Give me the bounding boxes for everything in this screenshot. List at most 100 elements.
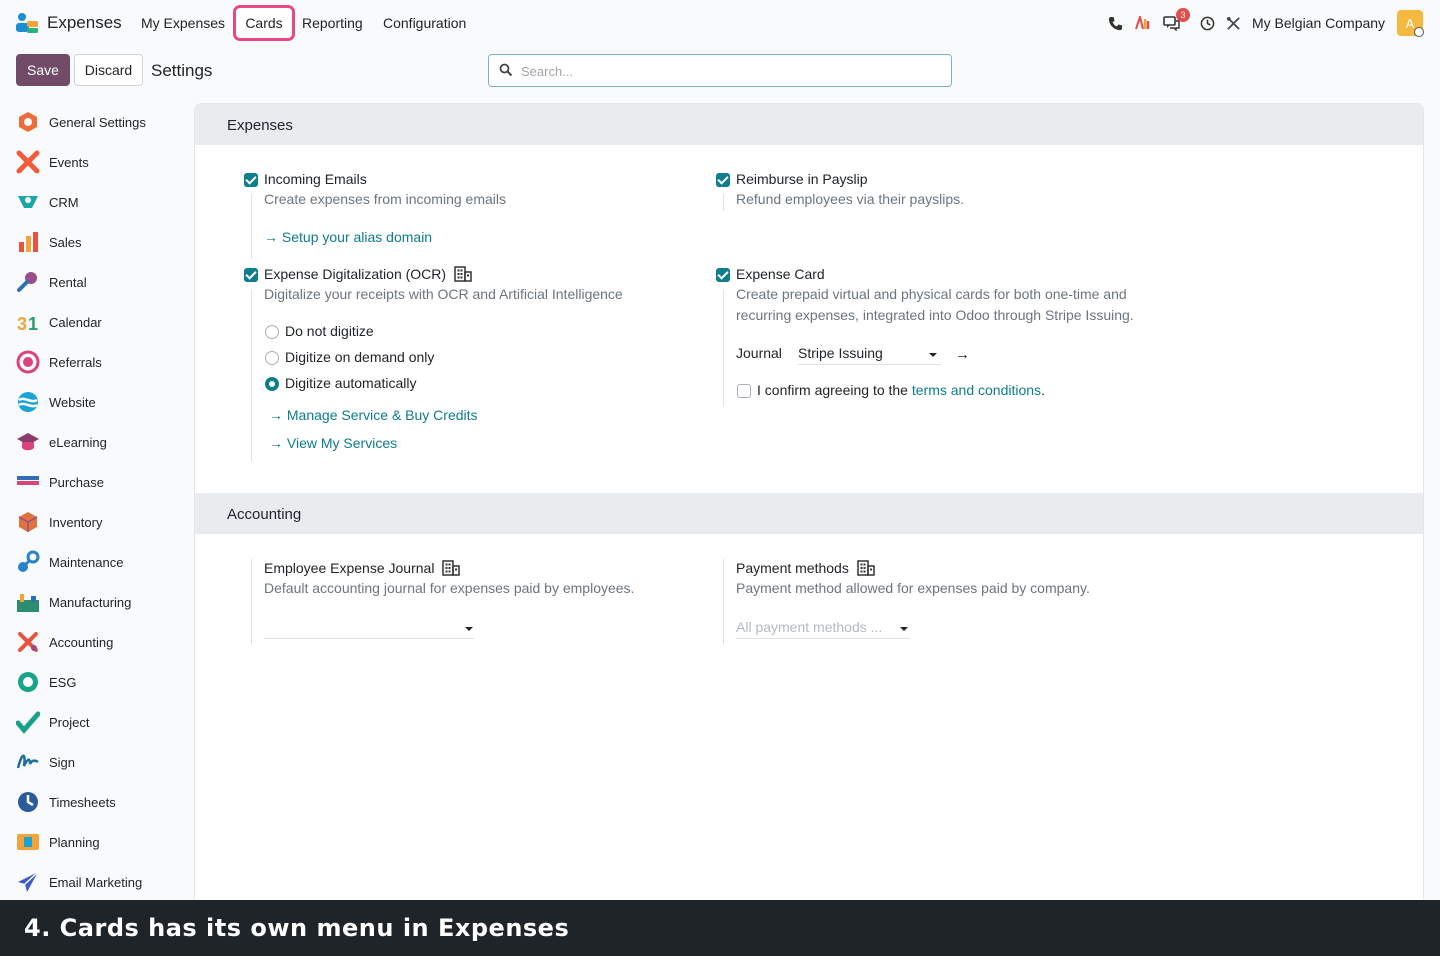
view-services-label: View My Services xyxy=(286,435,398,451)
arrow-right-icon[interactable]: → xyxy=(955,346,970,363)
sidebar-item-elearning[interactable]: eLearning xyxy=(0,422,190,462)
svg-text:3: 3 xyxy=(17,314,27,334)
incoming-emails-checkbox[interactable] xyxy=(244,173,258,187)
expense-card-desc-1: Create prepaid virtual and physical card… xyxy=(736,286,1127,302)
expense-card-title: Expense Card xyxy=(736,266,825,282)
confirm-terms-checkbox[interactable] xyxy=(737,384,751,398)
sidebar-item-crm[interactable]: CRM xyxy=(0,182,190,222)
sidebar-item-label: Events xyxy=(49,154,89,170)
sidebar-item-referrals[interactable]: Referrals xyxy=(0,342,190,382)
confirm-terms-text: I confirm agreeing to the terms and cond… xyxy=(757,382,1045,398)
sidebar-item-general-settings[interactable]: General Settings xyxy=(0,102,190,142)
sidebar-item-label: CRM xyxy=(49,194,79,210)
sidebar-item-calendar[interactable]: 3 1 Calendar xyxy=(0,302,190,342)
search-box[interactable] xyxy=(488,54,952,87)
radio-label: Digitize automatically xyxy=(285,375,417,391)
payment-methods-select[interactable]: All payment methods ... xyxy=(736,617,910,639)
sidebar-item-label: Maintenance xyxy=(49,554,124,570)
discard-button[interactable]: Discard xyxy=(74,54,143,86)
ocr-title: Expense Digitalization (OCR) xyxy=(264,266,447,282)
radio-do-not-digitize[interactable] xyxy=(265,325,279,339)
sidebar-item-planning[interactable]: Planning xyxy=(0,822,190,862)
sidebar-item-timesheets[interactable]: Timesheets xyxy=(0,782,190,822)
sidebar-item-project[interactable]: Project xyxy=(0,702,190,742)
svg-text:1: 1 xyxy=(28,314,38,334)
reimburse-payslip-checkbox[interactable] xyxy=(716,173,730,187)
sidebar-item-purchase[interactable]: Purchase xyxy=(0,462,190,502)
journal-label: Journal xyxy=(736,345,782,361)
phone-icon[interactable] xyxy=(1105,13,1125,33)
payment-methods-title: Payment methods xyxy=(736,560,849,576)
radio-digitize-automatically[interactable] xyxy=(265,377,279,391)
maintenance-icon xyxy=(18,550,40,572)
sidebar-item-label: Accounting xyxy=(49,634,114,650)
app-name[interactable]: Expenses xyxy=(47,13,122,33)
menu-my-expenses[interactable]: My Expenses xyxy=(141,15,225,31)
crm-icon xyxy=(18,196,38,208)
sidebar-item-accounting[interactable]: Accounting xyxy=(0,622,190,662)
employee-journal-title: Employee Expense Journal xyxy=(264,560,435,576)
journal-select[interactable]: Stripe Issuing xyxy=(798,343,941,365)
company-switcher[interactable]: My Belgian Company xyxy=(1252,15,1385,31)
sidebar-item-label: Inventory xyxy=(49,514,103,530)
terms-conditions-link[interactable]: terms and conditions xyxy=(912,382,1041,398)
sidebar-item-maintenance[interactable]: Maintenance xyxy=(0,542,190,582)
debug-tools-icon[interactable] xyxy=(1223,13,1243,33)
search-input[interactable] xyxy=(521,61,941,81)
employee-journal-desc: Default accounting journal for expenses … xyxy=(264,580,635,596)
incoming-emails-title: Incoming Emails xyxy=(264,171,367,187)
reimburse-payslip-desc: Refund employees via their payslips. xyxy=(736,191,965,207)
radio-digitize-on-demand[interactable] xyxy=(265,351,279,365)
presence-status-icon xyxy=(1414,27,1424,37)
ocr-desc: Digitalize your receipts with OCR and Ar… xyxy=(264,286,623,302)
caret-down-icon xyxy=(465,627,473,631)
arrow-right-icon: → xyxy=(269,435,287,451)
expense-card-checkbox[interactable] xyxy=(716,268,730,282)
top-navbar: Expenses My Expenses Cards Reporting Con… xyxy=(0,0,1440,46)
sidebar-item-label: General Settings xyxy=(49,114,146,130)
view-services-link[interactable]: → View My Services xyxy=(269,435,397,451)
rental-icon xyxy=(17,272,37,292)
sidebar-item-manufacturing[interactable]: Manufacturing xyxy=(0,582,190,622)
page-title: Settings xyxy=(151,61,213,80)
ai-icon[interactable] xyxy=(1133,13,1153,33)
employee-journal-select[interactable] xyxy=(264,617,474,639)
setting-divider xyxy=(723,559,724,644)
setting-divider xyxy=(251,194,252,259)
terms-period: . xyxy=(1041,382,1045,398)
save-button[interactable]: Save xyxy=(16,54,70,86)
elearning-icon xyxy=(17,433,39,451)
sidebar-item-esg[interactable]: ESG xyxy=(0,662,190,702)
accounting-icon xyxy=(18,632,38,652)
section-header-expenses: Expenses xyxy=(195,104,1423,145)
setting-divider xyxy=(723,194,724,211)
sidebar-item-sales[interactable]: Sales xyxy=(0,222,190,262)
menu-configuration[interactable]: Configuration xyxy=(383,15,466,31)
sidebar-item-events[interactable]: Events xyxy=(0,142,190,182)
sidebar-item-label: Timesheets xyxy=(49,794,116,810)
section-title: Expenses xyxy=(227,117,293,134)
esg-icon xyxy=(18,672,38,692)
clock-icon[interactable] xyxy=(1197,13,1217,33)
timesheets-icon xyxy=(18,792,38,812)
sidebar-item-label: Calendar xyxy=(49,314,102,330)
manage-service-link[interactable]: → Manage Service & Buy Credits xyxy=(269,407,478,423)
sidebar-item-email-marketing[interactable]: Email Marketing xyxy=(0,862,190,902)
sidebar-item-website[interactable]: Website xyxy=(0,382,190,422)
menu-cards-label: Cards xyxy=(245,15,283,31)
expenses-app-icon[interactable] xyxy=(15,12,39,34)
project-icon xyxy=(16,711,40,734)
arrow-right-icon: → xyxy=(264,229,282,245)
setup-alias-link[interactable]: → Setup your alias domain xyxy=(264,229,432,245)
ocr-checkbox[interactable] xyxy=(244,268,258,282)
menu-cards[interactable]: Cards xyxy=(233,5,295,41)
caption-text: 4. Cards has its own menu in Expenses xyxy=(24,914,570,942)
caret-down-icon xyxy=(900,627,908,631)
sign-icon xyxy=(16,754,39,769)
events-icon xyxy=(16,150,40,174)
sidebar-item-sign[interactable]: Sign xyxy=(0,742,190,782)
sidebar-item-label: Project xyxy=(49,714,90,730)
menu-reporting[interactable]: Reporting xyxy=(302,15,363,31)
sidebar-item-rental[interactable]: Rental xyxy=(0,262,190,302)
sidebar-item-inventory[interactable]: Inventory xyxy=(0,502,190,542)
